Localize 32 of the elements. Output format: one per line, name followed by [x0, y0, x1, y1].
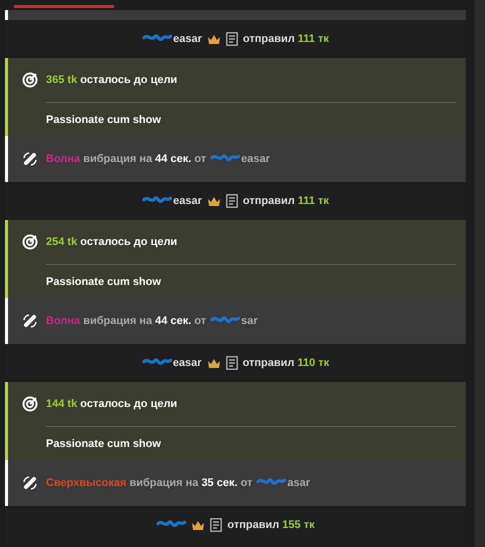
scrollbar-track[interactable] [466, 0, 475, 547]
username[interactable]: easar [241, 150, 270, 168]
goal-title: Passionate cum show [46, 276, 161, 288]
vibration-icon [22, 151, 38, 167]
username[interactable]: sar [241, 312, 258, 330]
goal-title: Passionate cum show [46, 114, 161, 126]
username[interactable]: easar [173, 192, 202, 210]
target-icon [22, 234, 38, 250]
vibration-icon [22, 475, 38, 491]
vibration-text: Волна вибрация на 44 сек. от [46, 314, 206, 329]
vibration-text: Сверхвысокая вибрация на 35 сек. от [46, 476, 252, 491]
vibration-text: Волна вибрация на 44 сек. от [46, 152, 206, 167]
crown-icon [206, 196, 221, 206]
crown-icon [206, 358, 221, 368]
note-icon [210, 518, 222, 532]
username[interactable]: easar [173, 30, 202, 48]
crown-icon [206, 34, 221, 44]
note-icon [226, 194, 238, 208]
tip-text: отправил 111 тк [242, 194, 329, 209]
note-icon [226, 356, 238, 370]
tip-text: отправил 155 тк [227, 518, 315, 533]
tab-indicator[interactable] [14, 5, 114, 8]
vibration-icon [22, 313, 38, 329]
tip-text: отправил 110 тк [242, 356, 330, 371]
note-icon [226, 32, 238, 46]
goal-title: Passionate cum show [46, 438, 161, 450]
username[interactable]: asar [287, 474, 310, 492]
username[interactable]: easar [172, 354, 202, 372]
target-icon [22, 396, 38, 412]
target-icon [22, 72, 38, 88]
crown-icon [191, 520, 206, 530]
tip-text: отправил 111 тк [242, 32, 329, 47]
